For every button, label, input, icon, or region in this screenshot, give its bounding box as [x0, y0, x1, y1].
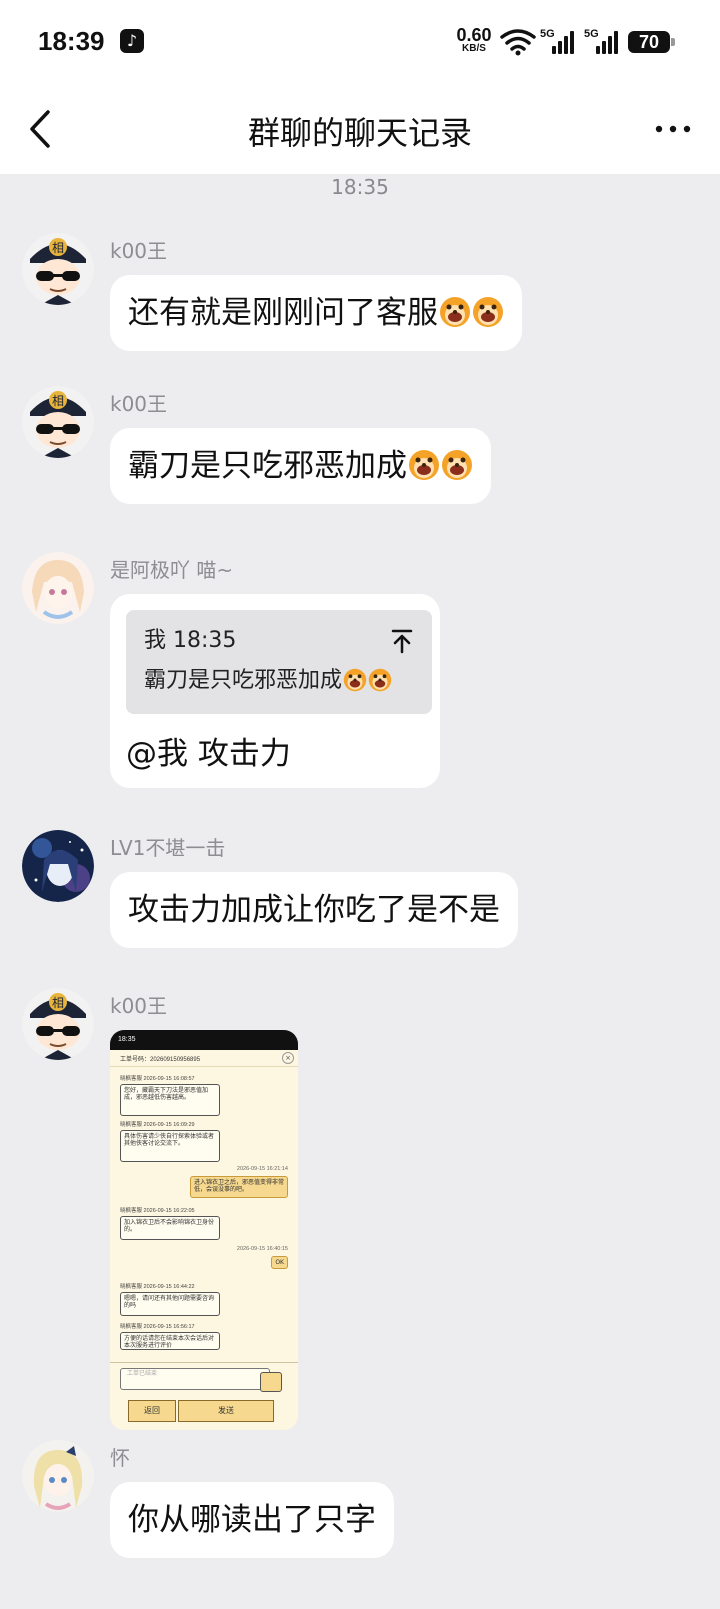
close-icon: ×: [282, 1052, 294, 1064]
status-time: 18:39: [38, 26, 105, 56]
support-message: 方便的话请您在结束本次会话后对本次服务进行评价: [120, 1332, 220, 1350]
support-name: 晓枫客服 2026-09-15 16:09:29: [120, 1122, 195, 1128]
screenshot-status-bar: 18:35: [110, 1030, 298, 1050]
message-bubble[interactable]: 攻击力加成让你吃了是不是: [110, 872, 518, 948]
wifi-icon: [500, 29, 536, 56]
quoted-message-header: 我 18:35: [144, 628, 237, 653]
doge-emoji-icon: [343, 668, 367, 692]
doge-emoji-icon: [368, 668, 392, 692]
support-message: 加入锦衣卫后不会影响锦衣卫身份的。: [120, 1216, 220, 1240]
message-text: 霸刀是只吃邪恶加成: [128, 448, 407, 484]
user-message: 进入锦衣卫之后，邪恶值变得非常低，会误没事的吧。: [190, 1176, 288, 1198]
more-icon[interactable]: [652, 114, 694, 144]
signal-icon-sim1: 5G: [540, 28, 578, 56]
message-text: @我 攻击力: [126, 736, 291, 772]
screenshot-send-button: 发送: [178, 1400, 274, 1422]
screenshot-input-field: 工单已结束: [120, 1368, 270, 1390]
avatar-blonde-girl[interactable]: [22, 1440, 94, 1512]
user-message: OK: [271, 1256, 288, 1269]
sender-name[interactable]: k00王: [110, 388, 167, 417]
user-time: 2026-09-15 16:21:14: [236, 1166, 288, 1172]
support-name: 晓枫客服 2026-09-15 16:22:05: [120, 1208, 195, 1214]
message-text: 还有就是刚刚问了客服: [128, 295, 438, 331]
svg-text:相: 相: [52, 241, 64, 255]
quoted-message-text: 霸刀是只吃邪恶加成: [144, 668, 392, 694]
battery-icon: 70: [628, 31, 675, 53]
sender-name[interactable]: 怀: [110, 1442, 130, 1471]
support-name: 晓枫客服 2026-09-15 16:08:57: [120, 1076, 195, 1082]
svg-text:相: 相: [52, 394, 64, 408]
status-bar: 18:39 ♪ 0.60 KB/S 5G 5G 70: [0, 0, 720, 84]
quoted-message[interactable]: 我 18:35 霸刀是只吃邪恶加成: [126, 610, 432, 714]
tiktok-icon: ♪: [120, 29, 144, 53]
doge-emoji-icon: [440, 297, 470, 327]
message-bubble[interactable]: 霸刀是只吃邪恶加成: [110, 428, 491, 504]
sender-name[interactable]: LV1不堪一击: [110, 832, 225, 861]
user-time: 2026-09-15 16:40:15: [236, 1246, 288, 1252]
signal-icon-sim2: 5G: [584, 28, 622, 56]
doge-emoji-icon: [473, 297, 503, 327]
image-message[interactable]: 18:35 工单号码：202609150956895 × 晓枫客服 2026-0…: [110, 1030, 298, 1430]
screenshot-back-button: 返回: [128, 1400, 176, 1422]
nav-bar: 群聊的聊天记录: [0, 84, 720, 174]
support-name: 晓枫客服 2026-09-15 16:44:22: [120, 1284, 195, 1290]
jump-to-message-icon[interactable]: [390, 628, 414, 654]
avatar-galaxy[interactable]: [22, 830, 94, 902]
message-text: 你从哪读出了只字: [128, 1502, 376, 1538]
ticket-number: 工单号码：202609150956895: [120, 1057, 201, 1063]
page-title: 群聊的聊天记录: [247, 114, 472, 152]
network-speed: 0.60 KB/S: [456, 25, 492, 54]
sender-name[interactable]: k00王: [110, 990, 167, 1019]
avatar-detective[interactable]: 相: [22, 233, 94, 305]
support-message: 您好，藏霸天下刀法是邪恶值加成，邪恶越低伤害越高。: [120, 1084, 220, 1116]
message-text: 攻击力加成让你吃了是不是: [128, 892, 500, 928]
avatar-detective[interactable]: 相: [22, 386, 94, 458]
avatar-anime-girl[interactable]: [22, 552, 94, 624]
doge-emoji-icon: [409, 450, 439, 480]
svg-text:相: 相: [52, 996, 64, 1010]
picture-icon: [260, 1372, 282, 1392]
support-name: 晓枫客服 2026-09-15 16:56:17: [120, 1324, 195, 1330]
support-message: 具体伤害请少侠自行探索体验或者其他侠客讨论交流下。: [120, 1130, 220, 1162]
sender-name[interactable]: 是阿极吖 喵~: [110, 554, 233, 583]
message-bubble[interactable]: 还有就是刚刚问了客服: [110, 275, 522, 351]
sender-name[interactable]: k00王: [110, 235, 167, 264]
doge-emoji-icon: [442, 450, 472, 480]
avatar-detective[interactable]: 相: [22, 988, 94, 1060]
chat-timestamp: 18:35: [331, 175, 389, 199]
support-message: 嗯嗯，请问还有其他问题需要咨询的吗: [120, 1292, 220, 1316]
message-bubble[interactable]: 我 18:35 霸刀是只吃邪恶加成 @我 攻击力: [110, 594, 440, 788]
message-bubble[interactable]: 你从哪读出了只字: [110, 1482, 394, 1558]
